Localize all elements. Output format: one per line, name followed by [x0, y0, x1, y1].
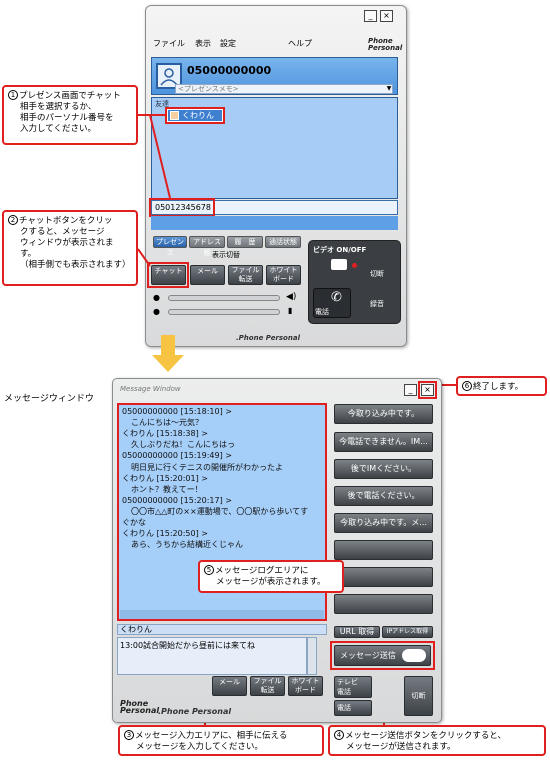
message-window-label: メッセージウィンドウ [4, 394, 94, 404]
log-line: あら、うちから結構近くじゃん [131, 540, 243, 550]
recipient-name: くわりん [117, 624, 327, 635]
log-line: くわりん [15:18:38] > [122, 429, 208, 439]
close-icon[interactable]: × [421, 384, 434, 396]
callout-select-contact: 1 プレゼンス画面でチャット 相手を選択するか、 相手のパーソナル番号を 入力して… [2, 85, 138, 145]
callout-send-button: 4 メッセージ送信ボタンをクリックすると、 メッセージが送信されます。 [328, 725, 546, 756]
log-line: 05000000000 [15:20:17] > [122, 495, 232, 505]
quick-reply-button[interactable]: 今電話できません。IM... [334, 432, 433, 452]
window-title: Message Window [120, 385, 181, 393]
callout-log-area: 5 メッセージログエリアに メッセージが表示されます。 [198, 560, 344, 593]
url-button[interactable]: URL 取得 [334, 626, 380, 638]
call-button[interactable]: 電話 [334, 700, 372, 716]
callout-chat-button: 2 チャットボタンをクリッ クすると、メッセージ ウィンドウが表示されま す。 （… [2, 210, 138, 286]
quick-reply-button-empty[interactable] [334, 540, 433, 560]
log-line: 〇〇市△△町の××運動場で、〇〇駅から歩いてす [131, 506, 309, 516]
quick-reply-button[interactable]: 今取り込み中です。 [334, 404, 433, 424]
log-line: 05000000000 [15:19:49] > [122, 451, 232, 461]
footer-brand: .Phone Personal [158, 707, 232, 716]
log-line: ぐかな [122, 518, 146, 527]
log-line: 明日見に行くテニスの開催所がわかったよ [131, 462, 283, 472]
log-line: こんにちは～元気？ [131, 418, 203, 428]
quick-reply-button-empty[interactable] [334, 567, 433, 587]
whiteboard-button[interactable]: ホワイト ボード [288, 676, 323, 696]
quick-reply-button[interactable]: 後でIMください。 [334, 459, 433, 479]
callout-close: 6 終了します。 [456, 376, 547, 396]
log-line: 久しぶりだね！こんにちはっ [131, 440, 235, 450]
input-scrollbar[interactable] [307, 637, 317, 675]
message-input[interactable]: 13:00試合開始だから昼前には来てね [117, 637, 307, 675]
footer-logo: Phone Personal [120, 699, 160, 715]
send-icon [402, 649, 426, 662]
log-line: くわりん [15:20:50] > [122, 529, 208, 539]
callout-input-area: 3 メッセージ入力エリアに、相手に伝える メッセージを入力してください。 [118, 725, 324, 756]
quick-reply-button[interactable]: 後で電話ください。 [334, 486, 433, 506]
ip-address-button[interactable]: IPアドレス取得 [382, 626, 433, 638]
file-transfer-button[interactable]: ファイル 転送 [250, 676, 285, 696]
minimize-button[interactable]: _ [404, 384, 417, 396]
tv-call-button[interactable]: テレビ 電話 [334, 676, 372, 698]
log-scrollbar[interactable] [120, 610, 324, 619]
log-line: 05000000000 [15:18:10] > [122, 407, 232, 416]
hangup-button[interactable]: 切断 [404, 676, 433, 716]
mail-button[interactable]: メール [212, 676, 247, 696]
log-line: くわりん [15:20:01] > [122, 473, 208, 483]
quick-reply-button-empty[interactable] [334, 594, 433, 614]
quick-reply-button[interactable]: 今取り込み中です。メ... [334, 513, 433, 533]
log-line: ホント？教えてー！ [131, 484, 203, 494]
